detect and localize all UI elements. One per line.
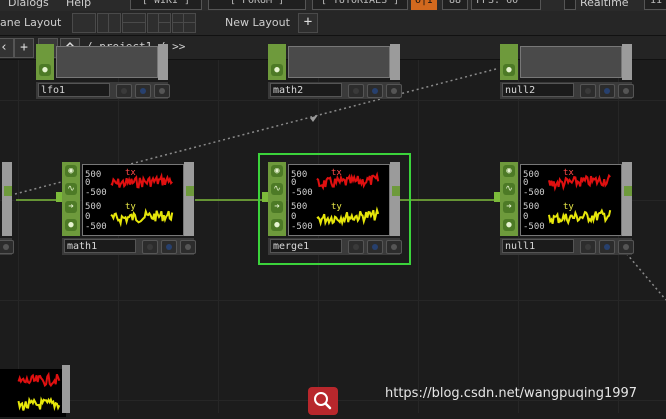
menu-help[interactable]: Help: [66, 0, 91, 9]
channel-tx-curve: [110, 172, 173, 189]
wiki-button[interactable]: [ WIKI ]: [130, 0, 202, 10]
search-icon: [314, 392, 332, 410]
counter-box[interactable]: 11: [644, 0, 666, 10]
channel-tx-curve: [316, 171, 380, 191]
channel-tx-label: tx: [563, 168, 574, 178]
layout-single-button[interactable]: [72, 13, 96, 33]
pin-icon[interactable]: [0, 240, 14, 254]
channel-tx-label: tx: [125, 168, 136, 178]
pin-icon[interactable]: [618, 84, 634, 98]
node-name[interactable]: merge1: [270, 239, 342, 253]
layout-split-v-button[interactable]: [122, 13, 146, 33]
node-name[interactable]: null1: [502, 239, 574, 253]
viewer-icon[interactable]: ◉: [271, 165, 283, 177]
bypass-icon[interactable]: ●: [271, 64, 283, 76]
render-flag-icon[interactable]: [135, 84, 151, 98]
channel-viewer: 500 0 -500 500 0 -500 tx ty: [288, 164, 390, 236]
layout-split-h-button[interactable]: [97, 13, 121, 33]
channel-ty-curve: [110, 207, 174, 228]
new-layout-label[interactable]: New Layout: [225, 16, 290, 29]
pin-icon[interactable]: [154, 84, 170, 98]
bypass-icon[interactable]: ●: [65, 219, 77, 231]
channel-ty-curve: [17, 396, 61, 412]
channel-viewer: 500 0 -500 500 0 -500 tx ty: [82, 164, 184, 236]
fps-readout: FPS: 60: [471, 0, 541, 10]
node-name[interactable]: math1: [64, 239, 136, 253]
bypass-icon[interactable]: ●: [503, 64, 515, 76]
wave-icon[interactable]: ∿: [503, 183, 515, 195]
oi-toggle[interactable]: O|I: [411, 0, 437, 10]
search-button[interactable]: [308, 387, 338, 415]
realtime-checkbox[interactable]: [564, 0, 576, 10]
back-icon[interactable]: ‹: [0, 38, 14, 58]
realtime-label: Realtime: [580, 0, 629, 9]
display-flag-icon[interactable]: [142, 240, 158, 254]
watermark: https://blog.csdn.net/wangpuqing1997: [385, 386, 638, 401]
render-flag-icon[interactable]: [367, 240, 383, 254]
export-icon[interactable]: ➜: [65, 201, 77, 213]
pin-icon[interactable]: [386, 240, 402, 254]
channel-tx-label: tx: [331, 168, 342, 178]
pin-icon[interactable]: [618, 240, 634, 254]
channel-tx-curve: [17, 371, 61, 388]
viewer-icon[interactable]: ◉: [65, 165, 77, 177]
menu-bar: Dialogs Help [ WIKI ] [ FORUM ] [ TUTORI…: [0, 0, 666, 11]
channel-viewer: 500 0 -500 500 0 -500 tx ty: [520, 164, 622, 236]
bypass-icon[interactable]: ●: [271, 219, 283, 231]
channel-viewer: [0, 369, 66, 417]
fps-target[interactable]: 88: [442, 0, 468, 10]
node-name[interactable]: math2: [270, 83, 342, 97]
bypass-icon[interactable]: ●: [503, 219, 515, 231]
pane-layout-label: ane Layout: [0, 16, 62, 29]
channel-ty-label: ty: [125, 202, 136, 212]
export-icon[interactable]: ➜: [503, 201, 515, 213]
export-icon[interactable]: ➜: [271, 201, 283, 213]
wave-icon[interactable]: ∿: [65, 183, 77, 195]
node-name[interactable]: lfo1: [38, 83, 110, 97]
layout-quad-button[interactable]: [172, 13, 196, 33]
channel-ty-label: ty: [563, 202, 574, 212]
render-flag-icon[interactable]: [161, 240, 177, 254]
channel-ty-curve: [316, 206, 380, 227]
render-flag-icon[interactable]: [367, 84, 383, 98]
add-layout-button[interactable]: +: [298, 13, 318, 33]
channel-tx-curve: [548, 173, 611, 192]
render-flag-icon[interactable]: [599, 84, 615, 98]
display-flag-icon[interactable]: [580, 240, 596, 254]
display-flag-icon[interactable]: [116, 84, 132, 98]
display-flag-icon[interactable]: [348, 84, 364, 98]
viewer-icon[interactable]: ◉: [503, 165, 515, 177]
display-flag-icon[interactable]: [580, 84, 596, 98]
pane-layout-bar: ane Layout New Layout +: [0, 11, 666, 36]
node-name[interactable]: null2: [502, 83, 574, 97]
bypass-icon[interactable]: ●: [39, 64, 51, 76]
pin-icon[interactable]: [180, 240, 196, 254]
display-flag-icon[interactable]: [348, 240, 364, 254]
menu-dialogs[interactable]: Dialogs: [8, 0, 49, 9]
layout-three-button[interactable]: [147, 13, 171, 33]
channel-ty-label: ty: [331, 202, 342, 212]
wave-icon[interactable]: ∿: [271, 183, 283, 195]
tutorials-button[interactable]: [ TUTORIALS ]: [312, 0, 408, 10]
pin-icon[interactable]: [386, 84, 402, 98]
forum-button[interactable]: [ FORUM ]: [208, 0, 306, 10]
channel-ty-curve: [548, 208, 612, 226]
network-editor[interactable]: ● lfo1 ● math2 ● null2 ◉ ∿ ➜ ● 500 0 -50…: [0, 44, 666, 417]
render-flag-icon[interactable]: [599, 240, 615, 254]
add-icon[interactable]: +: [14, 38, 34, 58]
